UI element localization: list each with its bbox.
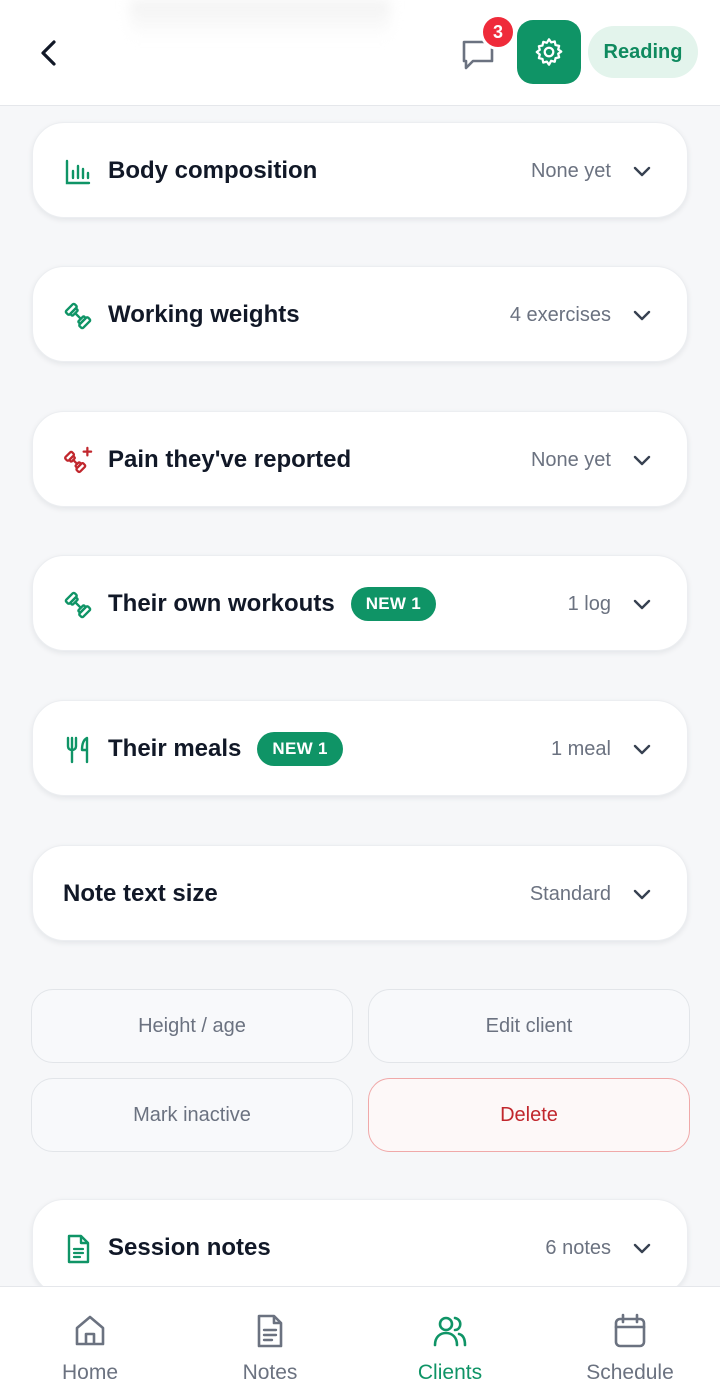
- nav-notes[interactable]: Notes: [180, 1287, 360, 1400]
- section-own-workouts[interactable]: Their own workouts NEW 1 1 log: [32, 555, 688, 651]
- dumbbell-icon: [63, 590, 93, 620]
- back-button[interactable]: [28, 32, 70, 74]
- section-summary: None yet: [530, 448, 611, 471]
- edit-client-button[interactable]: Edit client: [368, 989, 690, 1063]
- calendar-icon: [614, 1313, 646, 1348]
- home-icon: [75, 1315, 105, 1346]
- nav-home[interactable]: Home: [0, 1287, 180, 1400]
- section-meals[interactable]: Their meals NEW 1 1 meal: [32, 700, 688, 796]
- selected-text-size: Standard: [529, 882, 611, 905]
- section-working-weights[interactable]: Working weights 4 exercises: [32, 266, 688, 362]
- dumbbell-icon: [63, 301, 93, 331]
- chevron-down-icon: [633, 889, 651, 900]
- bottom-navigation: Home Notes Clients Schedule: [0, 1286, 720, 1400]
- delete-button[interactable]: Delete: [368, 1078, 690, 1152]
- section-summary: None yet: [530, 159, 611, 182]
- section-title: Note text size: [63, 880, 218, 907]
- message-count-badge: 3: [480, 14, 516, 50]
- reading-mode-toggle[interactable]: Reading: [588, 26, 698, 78]
- section-title: Their own workouts: [108, 590, 335, 617]
- chevron-down-icon: [633, 310, 651, 321]
- nav-label: Schedule: [586, 1361, 674, 1384]
- section-title: Body composition: [108, 157, 318, 184]
- bar-chart-icon: [63, 157, 93, 187]
- section-title: Their meals: [108, 735, 242, 762]
- scroll-fade: [130, 0, 390, 40]
- nav-clients[interactable]: Clients: [360, 1287, 540, 1400]
- nav-label: Notes: [242, 1361, 298, 1384]
- top-bar: 3 Reading: [0, 0, 720, 106]
- section-body-composition[interactable]: Body composition None yet: [32, 122, 688, 218]
- height-age-button[interactable]: Height / age: [31, 989, 353, 1063]
- document-icon: [63, 1234, 93, 1264]
- section-title: Session notes: [108, 1234, 271, 1261]
- dumbbell-pain-icon: [63, 446, 93, 476]
- chevron-down-icon: [633, 744, 651, 755]
- chevron-left-icon: [41, 40, 56, 66]
- note-text-size-select[interactable]: Note text size Standard: [32, 845, 688, 941]
- users-icon: [433, 1316, 467, 1347]
- chevron-down-icon: [633, 599, 651, 610]
- fork-knife-icon: [63, 735, 93, 765]
- section-summary: 1 log: [567, 592, 611, 615]
- section-title: Working weights: [108, 301, 300, 328]
- section-summary: 1 meal: [550, 737, 611, 760]
- section-pain-reported[interactable]: Pain they've reported None yet: [32, 411, 688, 507]
- gear-icon: [535, 38, 563, 66]
- settings-button[interactable]: [517, 20, 581, 84]
- section-title-row: Their meals NEW 1: [108, 701, 343, 797]
- nav-schedule[interactable]: Schedule: [540, 1287, 720, 1400]
- notes-icon: [257, 1314, 283, 1348]
- mark-inactive-button[interactable]: Mark inactive: [31, 1078, 353, 1152]
- nav-label: Clients: [417, 1361, 483, 1384]
- new-badge: NEW 1: [350, 587, 437, 621]
- section-summary: 4 exercises: [509, 303, 611, 326]
- section-summary: 6 notes: [545, 1236, 611, 1259]
- nav-label: Home: [61, 1361, 119, 1384]
- section-title: Pain they've reported: [108, 446, 352, 473]
- section-title-row: Their own workouts NEW 1: [108, 556, 437, 652]
- chevron-down-icon: [633, 1243, 651, 1254]
- new-badge: NEW 1: [257, 732, 343, 766]
- chevron-down-icon: [633, 455, 651, 466]
- section-session-notes[interactable]: Session notes 6 notes: [32, 1199, 688, 1295]
- chevron-down-icon: [633, 166, 651, 177]
